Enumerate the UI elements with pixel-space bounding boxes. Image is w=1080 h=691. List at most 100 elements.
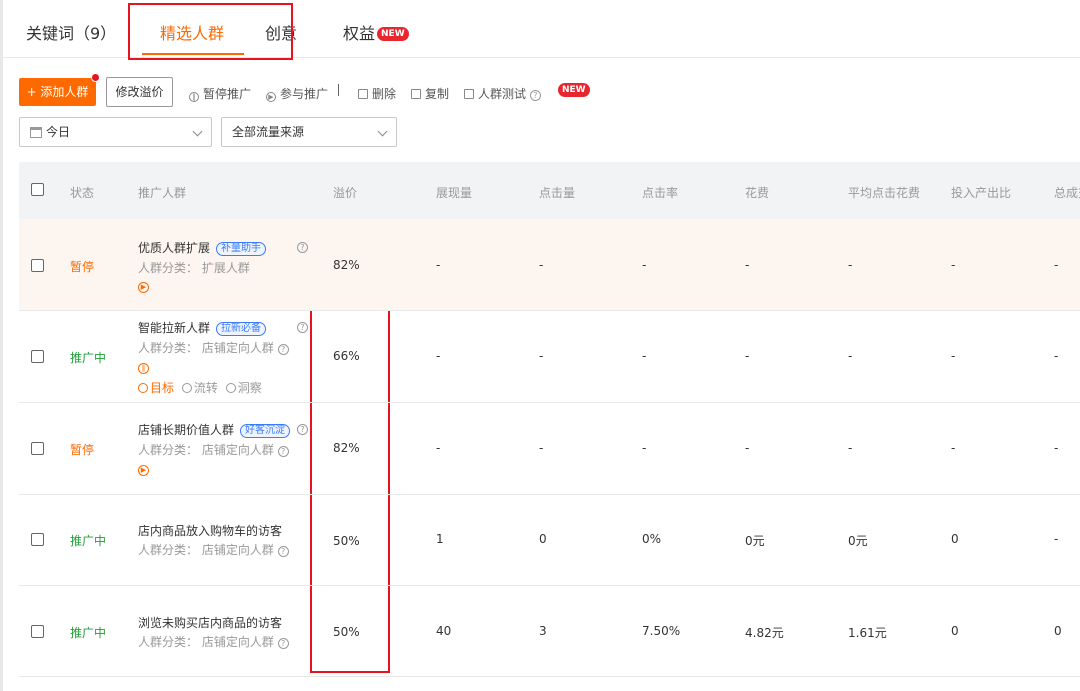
delete-label: 删除 <box>372 87 397 101</box>
help-icon[interactable]: ? <box>297 242 308 253</box>
tab-keywords[interactable]: 关键词（9） <box>26 20 116 44</box>
goal-link[interactable]: 目标 <box>138 381 174 395</box>
help-icon[interactable]: ? <box>277 638 289 649</box>
clicks-value: - <box>539 441 544 455</box>
help-icon[interactable]: ? <box>277 446 289 457</box>
select-all-checkbox[interactable] <box>31 183 44 196</box>
crowd-name: 优质人群扩展 <box>138 241 211 255</box>
premium-value[interactable]: 50% <box>333 534 360 548</box>
help-icon[interactable]: ? <box>297 424 308 435</box>
col-premium[interactable]: 溢价 <box>333 184 357 201</box>
ctr-value: 7.50% <box>642 624 681 638</box>
table-row: 推广中 店内商品放入购物车的访客 人群分类： 店铺定向人群 ? 50% 1 0 … <box>19 495 1080 586</box>
crowd-category: 人群分类： 店铺定向人群 <box>138 635 274 649</box>
crowd-name: 店铺长期价值人群 <box>138 423 235 437</box>
add-crowd-button[interactable]: + 添加人群 <box>19 78 96 106</box>
clicks-value: - <box>539 258 544 272</box>
tab-benefits[interactable]: 权益 NEW <box>343 20 409 44</box>
roi-value: - <box>951 441 956 455</box>
toolbar-divider <box>338 84 339 96</box>
crowd-tag[interactable]: 好客沉淀 <box>240 424 291 438</box>
help-icon[interactable]: ? <box>297 322 308 333</box>
crowd-tag[interactable]: 补量助手 <box>216 242 267 256</box>
join-label: 参与推广 <box>280 87 329 101</box>
flow-label: 流转 <box>193 381 218 395</box>
table-row: 推广中 浏览未购买店内商品的访客 人群分类： 店铺定向人群 ? 50% 40 3… <box>19 586 1080 677</box>
ctr-value: 0% <box>642 532 662 546</box>
impressions-value: - <box>436 349 441 363</box>
crowd-category-line: 人群分类： 店铺定向人群 ? <box>138 541 289 558</box>
goal-label: 目标 <box>150 381 175 395</box>
ctr-value: - <box>642 349 647 363</box>
total-value: - <box>1054 441 1059 455</box>
total-value: - <box>1054 258 1059 272</box>
crowd-category: 人群分类： 店铺定向人群 <box>138 443 274 457</box>
target-icon <box>138 383 148 393</box>
pause-button[interactable]: ‖ 暂停推广 <box>189 85 251 102</box>
crowd-tag[interactable]: 拉新必备 <box>216 322 267 336</box>
ctr-value: - <box>642 441 647 455</box>
pause-icon[interactable]: ‖ <box>138 363 149 374</box>
crowd-test-button[interactable]: 人群测试 ? <box>464 85 541 102</box>
traffic-source-select[interactable]: 全部流量来源 <box>221 117 397 147</box>
table-header: 状态 推广人群 溢价 展现量 点击量 点击率 花费 平均点击花费 投入产出比 总… <box>19 162 1080 219</box>
premium-value[interactable]: 82% <box>333 258 360 272</box>
row-checkbox[interactable] <box>31 259 44 272</box>
cost-value: - <box>745 258 750 272</box>
premium-value[interactable]: 82% <box>333 441 360 455</box>
row-checkbox[interactable] <box>31 442 44 455</box>
tab-bar: 关键词（9） 精选人群 创意 权益 NEW <box>0 0 1080 58</box>
play-icon[interactable]: ▶ <box>138 282 149 293</box>
col-clicks[interactable]: 点击量 <box>539 184 575 201</box>
crowd-name-line: 智能拉新人群 拉新必备 <box>138 319 267 336</box>
col-roi[interactable]: 投入产出比 <box>951 184 1011 201</box>
insight-link[interactable]: 洞察 <box>225 381 262 395</box>
premium-value[interactable]: 50% <box>333 625 360 639</box>
toolbar: + 添加人群 修改溢价 ‖ 暂停推广 ▶ 参与推广 删除 复制 人群测试 ? NEW <box>19 73 1059 107</box>
total-value: - <box>1054 532 1059 546</box>
col-total[interactable]: 总成交 <box>1054 184 1080 201</box>
cpc-value: - <box>848 441 853 455</box>
col-cost[interactable]: 花费 <box>745 184 769 201</box>
row-checkbox[interactable] <box>31 350 44 363</box>
cycle-icon <box>181 383 192 393</box>
eye-icon <box>225 383 236 393</box>
status-text: 暂停 <box>70 443 95 457</box>
copy-button[interactable]: 复制 <box>411 85 449 102</box>
cpc-value: 0元 <box>848 534 868 548</box>
pause-icon: ‖ <box>189 92 199 102</box>
crowd-category-line: 人群分类： 店铺定向人群 ? <box>138 633 289 650</box>
play-icon[interactable]: ▶ <box>138 465 149 476</box>
tab-creative[interactable]: 创意 <box>265 20 297 44</box>
col-cpc[interactable]: 平均点击花费 <box>848 184 920 201</box>
row-actions: 目标 流转 洞察 <box>138 379 262 396</box>
col-ctr[interactable]: 点击率 <box>642 184 678 201</box>
row-checkbox[interactable] <box>31 625 44 638</box>
cost-value: - <box>745 349 750 363</box>
col-impressions[interactable]: 展现量 <box>436 184 472 201</box>
crowd-name: 浏览未购买店内商品的访客 <box>138 616 283 630</box>
date-select[interactable]: 今日 <box>19 117 212 147</box>
roi-value: 0 <box>951 624 959 638</box>
total-value: 0 <box>1054 624 1062 638</box>
modify-premium-button[interactable]: 修改溢价 <box>106 77 173 107</box>
tab-selected-crowds[interactable]: 精选人群 <box>160 20 224 44</box>
copy-label: 复制 <box>425 87 450 101</box>
status-text: 推广中 <box>70 534 107 548</box>
join-button[interactable]: ▶ 参与推广 <box>266 85 328 102</box>
help-icon[interactable]: ? <box>277 344 289 355</box>
ctr-value: - <box>642 258 647 272</box>
impressions-value: - <box>436 258 441 272</box>
help-icon[interactable]: ? <box>529 90 541 101</box>
row-checkbox[interactable] <box>31 533 44 546</box>
play-icon: ▶ <box>266 92 276 102</box>
premium-value[interactable]: 66% <box>333 349 360 363</box>
col-crowd: 推广人群 <box>138 186 187 200</box>
calendar-icon <box>30 127 42 138</box>
help-icon[interactable]: ? <box>277 546 289 557</box>
delete-button[interactable]: 删除 <box>358 85 396 102</box>
crowd-category: 人群分类： 扩展人群 <box>138 261 250 275</box>
flow-link[interactable]: 流转 <box>181 381 218 395</box>
pause-label: 暂停推广 <box>203 87 252 101</box>
crowd-test-new-badge-wrap: NEW <box>556 83 590 98</box>
